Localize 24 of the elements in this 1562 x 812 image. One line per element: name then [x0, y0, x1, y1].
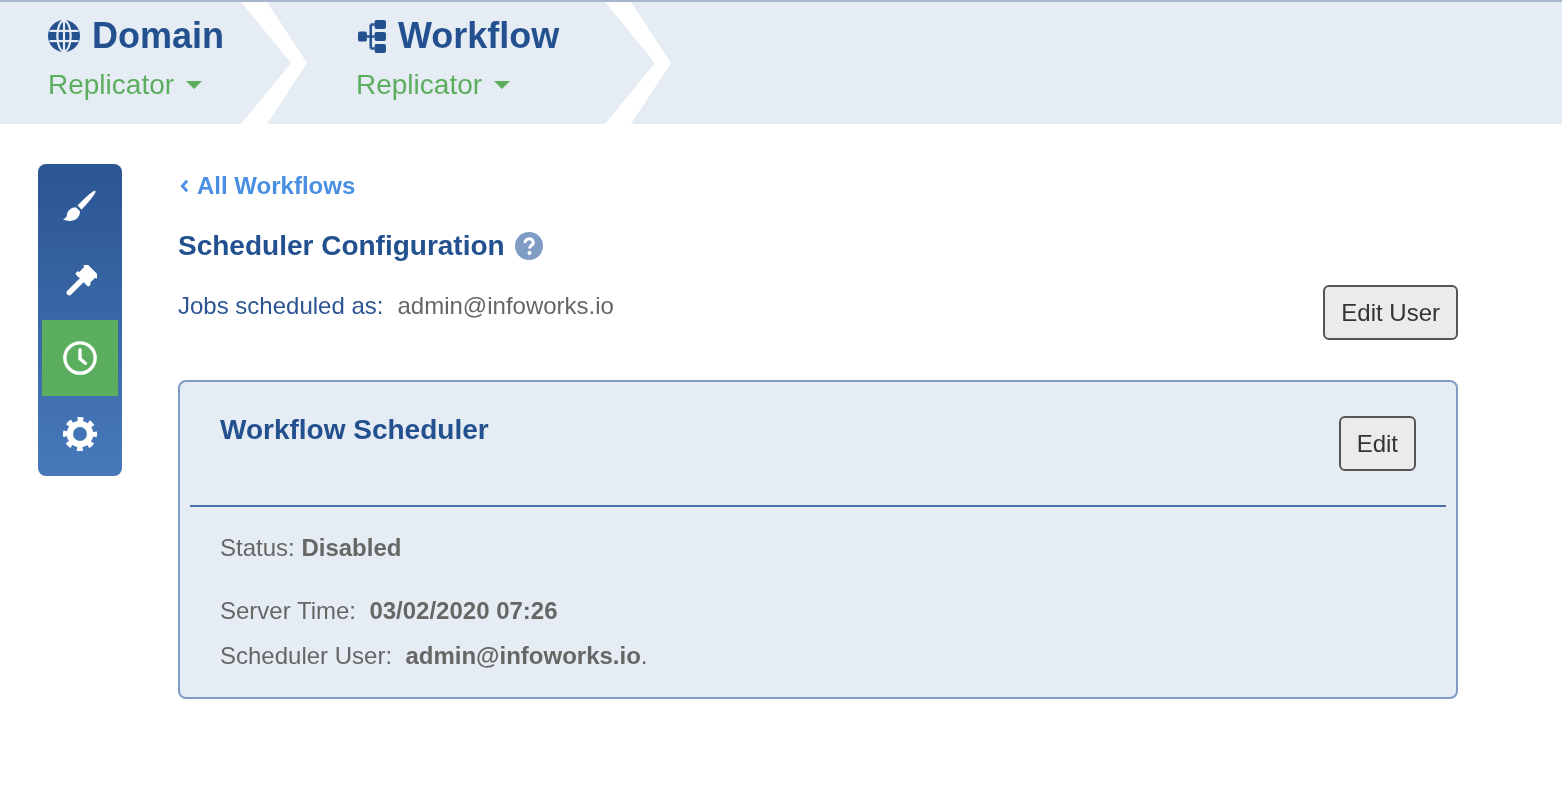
status-text: Status: Disabled: [220, 534, 403, 562]
clock-icon: [63, 341, 97, 375]
jobs-scheduled-label: Jobs scheduled as:: [178, 292, 384, 320]
caret-icon: [494, 81, 511, 89]
help-icon[interactable]: [514, 232, 543, 260]
page-heading: Scheduler Configuration: [178, 229, 505, 263]
breadcrumb-title: Workflow: [398, 15, 560, 57]
breadcrumb-title: Domain: [92, 15, 224, 57]
edit-user-button[interactable]: Edit User: [1323, 285, 1458, 340]
globe-icon: [48, 20, 80, 52]
detail-text: Server Time: 03/02/2020 07:26: [220, 597, 559, 625]
hierarchy-icon: [358, 19, 386, 53]
breadcrumb-dropdown[interactable]: Replicator: [356, 68, 511, 102]
gear-icon: [63, 417, 97, 451]
jobs-scheduled-value: admin@infoworks.io: [397, 292, 614, 320]
chevron-left-icon: [180, 179, 189, 193]
gavel-icon: [63, 265, 97, 299]
edit-button[interactable]: Edit: [1338, 416, 1416, 471]
breadcrumb-dropdown[interactable]: Replicator: [48, 68, 203, 102]
back-link[interactable]: All Workflows: [180, 172, 356, 200]
caret-icon: [186, 81, 203, 89]
paintbrush-icon: [63, 189, 97, 223]
card-title: Workflow Scheduler: [220, 413, 489, 447]
detail-text: Scheduler User: admin@infoworks.io.: [220, 642, 649, 670]
